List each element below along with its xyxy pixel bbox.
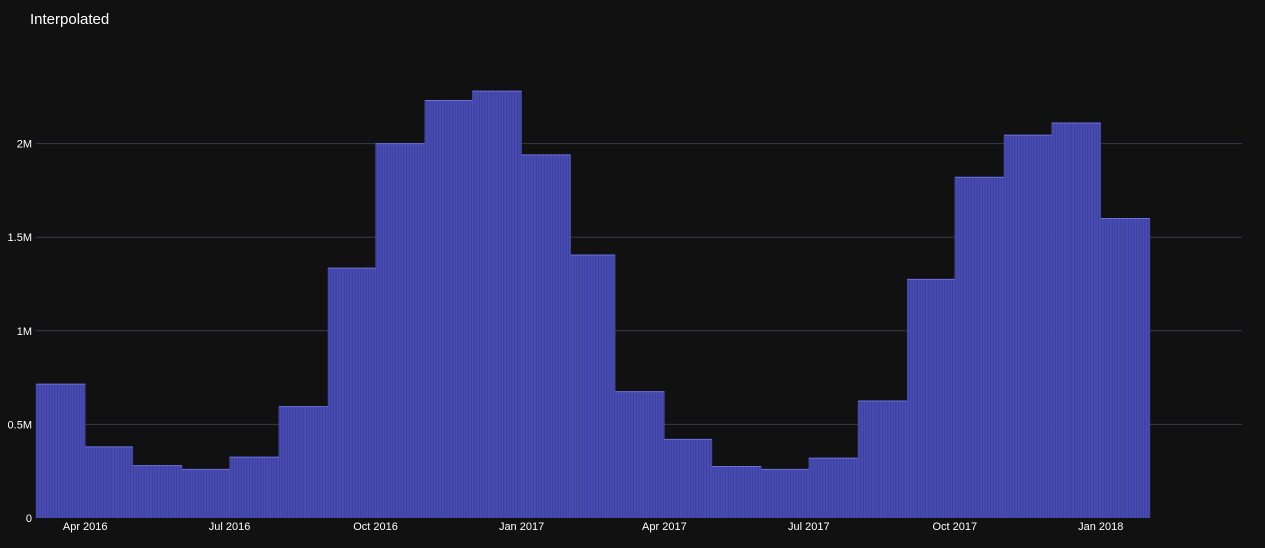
bar	[424, 100, 473, 518]
bar	[132, 465, 183, 518]
bar-fill	[472, 91, 522, 519]
bar	[472, 90, 522, 519]
bar	[570, 254, 616, 518]
chart-plot: 0 0.5M 1M 1.5M 2M Apr 2016 Jul 2016 Oct 2016 Ja…	[8, 90, 1242, 533]
bar	[954, 176, 1005, 518]
bar-fill	[229, 457, 279, 518]
x-tick-label: Oct 2016	[353, 521, 398, 533]
bar	[614, 391, 665, 518]
bar-fill	[278, 406, 328, 518]
bar-fill	[521, 154, 571, 518]
bar	[84, 446, 134, 518]
bar-fill	[132, 465, 182, 518]
bar	[1051, 122, 1102, 519]
bar	[808, 457, 859, 518]
bar-fill	[808, 458, 858, 518]
bars	[35, 90, 1151, 519]
bar	[35, 383, 86, 518]
bar	[906, 278, 956, 518]
bar-fill	[615, 391, 665, 518]
bar	[857, 400, 908, 518]
x-tick-label: Jan 2018	[1078, 521, 1123, 533]
bar-fill	[1100, 218, 1150, 519]
y-tick-label: 1M	[17, 326, 32, 338]
bar	[278, 406, 329, 518]
bar-fill	[375, 143, 425, 518]
bar	[521, 154, 572, 518]
bar	[711, 466, 762, 518]
bar-fill	[36, 384, 86, 518]
y-tick-label: 2M	[17, 139, 32, 151]
bar	[181, 468, 230, 518]
bar	[229, 456, 280, 518]
x-tick-label: Jan 2017	[499, 521, 544, 533]
y-tick-label: 0.5M	[8, 419, 32, 431]
bar-fill	[711, 466, 762, 518]
bar	[664, 438, 713, 518]
x-axis-ticks: Apr 2016 Jul 2016 Oct 2016 Jan 2017 Apr 2017…	[63, 521, 1124, 533]
y-tick-label: 1.5M	[8, 232, 32, 244]
bar	[760, 468, 810, 518]
x-tick-label: Jul 2016	[209, 521, 251, 533]
x-tick-label: Apr 2016	[63, 521, 108, 533]
bar-fill	[954, 177, 1004, 518]
bar	[375, 143, 426, 518]
chart-container: Interpolated 0 0.5M 1M 1.5M 2M Apr 2016 Jul 2…	[0, 0, 1265, 548]
bar	[1100, 217, 1151, 519]
x-tick-label: Apr 2017	[642, 521, 687, 533]
x-tick-label: Oct 2017	[932, 521, 977, 533]
y-axis-ticks: 0 0.5M 1M 1.5M 2M	[8, 139, 32, 525]
x-tick-label: Jul 2017	[788, 521, 830, 533]
bar	[1003, 134, 1052, 518]
bar-fill	[1051, 123, 1101, 519]
y-tick-label: 0	[26, 513, 32, 525]
bar	[327, 267, 376, 518]
bar-fill	[857, 401, 908, 518]
